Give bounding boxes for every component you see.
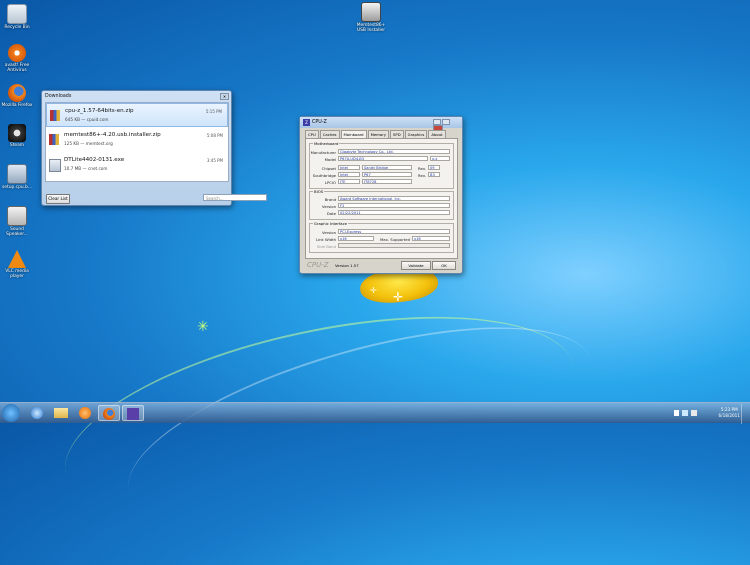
setup-file-icon bbox=[7, 164, 27, 184]
desktop-icon-vlc[interactable]: VLC media player bbox=[0, 250, 34, 279]
tab-cpu[interactable]: CPU bbox=[305, 130, 319, 138]
bios-version-field: F2 bbox=[338, 203, 450, 208]
lpcio-name-field: IT8728 bbox=[362, 179, 412, 184]
avast-icon bbox=[8, 44, 26, 62]
flag-icon[interactable] bbox=[674, 410, 679, 416]
desktop-icon-recycle-bin[interactable]: Recycle Bin bbox=[0, 4, 34, 30]
tab-graphics[interactable]: Graphics bbox=[404, 130, 428, 138]
desktop-icon-steam[interactable]: Steam bbox=[0, 124, 34, 148]
model-field: P67A-UD4-B3 bbox=[338, 156, 428, 161]
firefox-icon bbox=[103, 408, 115, 420]
cpuz-title-bar[interactable]: Z CPU-Z bbox=[300, 117, 462, 131]
volume-icon[interactable] bbox=[691, 410, 697, 416]
desktop-icon-memtest-installer[interactable]: Memtest86+ USB Installer bbox=[354, 2, 388, 33]
taskbar-firefox-button[interactable] bbox=[98, 405, 120, 421]
wallpaper-sparkle: ✳ bbox=[197, 319, 209, 335]
cpuz-tabs: CPU Caches Mainboard Memory SPD Graphics… bbox=[305, 130, 447, 139]
taskbar-ie-button[interactable] bbox=[26, 405, 48, 421]
clock[interactable]: 5:23 PM 6/18/2011 bbox=[719, 407, 740, 419]
clear-list-button[interactable]: Clear List bbox=[46, 194, 70, 204]
manufacturer-field: Gigabyte Technology Co., Ltd. bbox=[338, 149, 450, 154]
cpuz-window: Z CPU-Z CPU Caches Mainboard Memory SPD … bbox=[299, 116, 463, 274]
taskbar-media-button[interactable] bbox=[74, 405, 96, 421]
taskbar-cpuz-button[interactable] bbox=[122, 405, 144, 421]
motherboard-group: Motherboard Manufacturer Gigabyte Techno… bbox=[309, 141, 454, 189]
cpuz-footer: CPU-Z Version 1.57 Validate OK bbox=[305, 260, 456, 270]
steam-icon bbox=[8, 124, 26, 142]
exe-file-icon bbox=[49, 159, 61, 172]
chipset-rev-field: 09 bbox=[428, 165, 440, 170]
search-input[interactable]: Search... bbox=[203, 194, 267, 201]
wallpaper-sparkle: ✛ bbox=[370, 286, 377, 295]
folder-icon bbox=[54, 408, 68, 418]
desktop-icon-avast[interactable]: avast! Free Antivirus bbox=[0, 44, 34, 73]
vlc-icon bbox=[8, 250, 26, 268]
list-item[interactable]: memtest86+-4.20.usb.installer.zip 125 KB… bbox=[46, 128, 228, 152]
show-desktop-button[interactable] bbox=[741, 404, 746, 424]
graphic-interface-group: Graphic Interface Version PCI-Express Li… bbox=[309, 221, 454, 253]
system-tray: 5:23 PM 6/18/2011 bbox=[670, 404, 746, 424]
wallpaper-sparkle: ✛ bbox=[393, 290, 404, 304]
mainboard-panel: Motherboard Manufacturer Gigabyte Techno… bbox=[305, 138, 458, 259]
usb-installer-icon bbox=[361, 2, 381, 22]
lpcio-vendor-field: ITE bbox=[338, 179, 360, 184]
desktop-icon-firefox[interactable]: Mozilla Firefox bbox=[0, 84, 34, 108]
southbridge-name-field: P67 bbox=[362, 172, 412, 177]
list-item[interactable]: cpu-z_1.57-64bits-en.zip 645 KB — cpuid.… bbox=[46, 103, 228, 127]
ok-button[interactable]: OK bbox=[432, 261, 456, 270]
close-button[interactable]: ✕ bbox=[220, 93, 229, 100]
window-controls bbox=[432, 119, 460, 131]
version-text: Version 1.57 bbox=[335, 263, 359, 268]
cpuz-brand-mark: CPU-Z bbox=[307, 261, 329, 269]
start-button[interactable] bbox=[2, 404, 20, 422]
southbridge-vendor-field: Intel bbox=[338, 172, 360, 177]
cpuz-title: CPU-Z bbox=[312, 120, 327, 125]
cpuz-icon bbox=[127, 408, 139, 420]
link-width-field: x16 bbox=[338, 236, 374, 241]
media-player-icon bbox=[79, 407, 91, 419]
network-icon[interactable] bbox=[682, 410, 688, 416]
bios-brand-field: Award Software International, Inc. bbox=[338, 196, 450, 201]
maximize-button[interactable] bbox=[442, 119, 450, 125]
max-supported-field: x16 bbox=[412, 236, 450, 241]
bios-date-field: 02/22/2011 bbox=[338, 210, 450, 215]
recycle-bin-icon bbox=[7, 4, 27, 24]
zip-file-icon bbox=[50, 110, 60, 121]
tab-caches[interactable]: Caches bbox=[319, 130, 340, 138]
taskbar: 5:23 PM 6/18/2011 bbox=[0, 402, 750, 424]
model-rev-field: x.x bbox=[430, 156, 450, 161]
southbridge-rev-field: B3 bbox=[428, 172, 440, 177]
firefox-icon bbox=[8, 84, 26, 102]
chipset-name-field: Sandy Bridge bbox=[362, 165, 412, 170]
downloads-title: Downloads bbox=[45, 94, 72, 99]
downloads-window: Downloads ✕ cpu-z_1.57-64bits-en.zip 645… bbox=[41, 90, 267, 206]
bios-group: BIOS Brand Award Software International,… bbox=[309, 189, 454, 220]
chipset-vendor-field: Intel bbox=[338, 165, 360, 170]
side-band-field bbox=[338, 243, 450, 248]
desktop-icon-speaker[interactable]: Sound Speaker... bbox=[0, 206, 34, 237]
tab-spd[interactable]: SPD bbox=[390, 130, 404, 138]
speaker-icon bbox=[7, 206, 27, 226]
gi-version-field: PCI-Express bbox=[338, 229, 450, 234]
downloads-list: cpu-z_1.57-64bits-en.zip 645 KB — cpuid.… bbox=[45, 102, 229, 182]
tab-about[interactable]: About bbox=[428, 130, 446, 138]
taskbar-explorer-button[interactable] bbox=[50, 405, 72, 421]
list-item[interactable]: DTLite4402-0131.exe 10.7 MB — cnet.com 3… bbox=[46, 153, 228, 177]
zip-file-icon bbox=[49, 134, 59, 145]
cpuz-logo-icon: Z bbox=[303, 119, 310, 126]
tab-memory[interactable]: Memory bbox=[367, 130, 390, 138]
desktop-icon-setup[interactable]: setup.cpu.b... bbox=[0, 164, 34, 190]
internet-explorer-icon bbox=[31, 407, 43, 419]
validate-button[interactable]: Validate bbox=[401, 261, 431, 270]
